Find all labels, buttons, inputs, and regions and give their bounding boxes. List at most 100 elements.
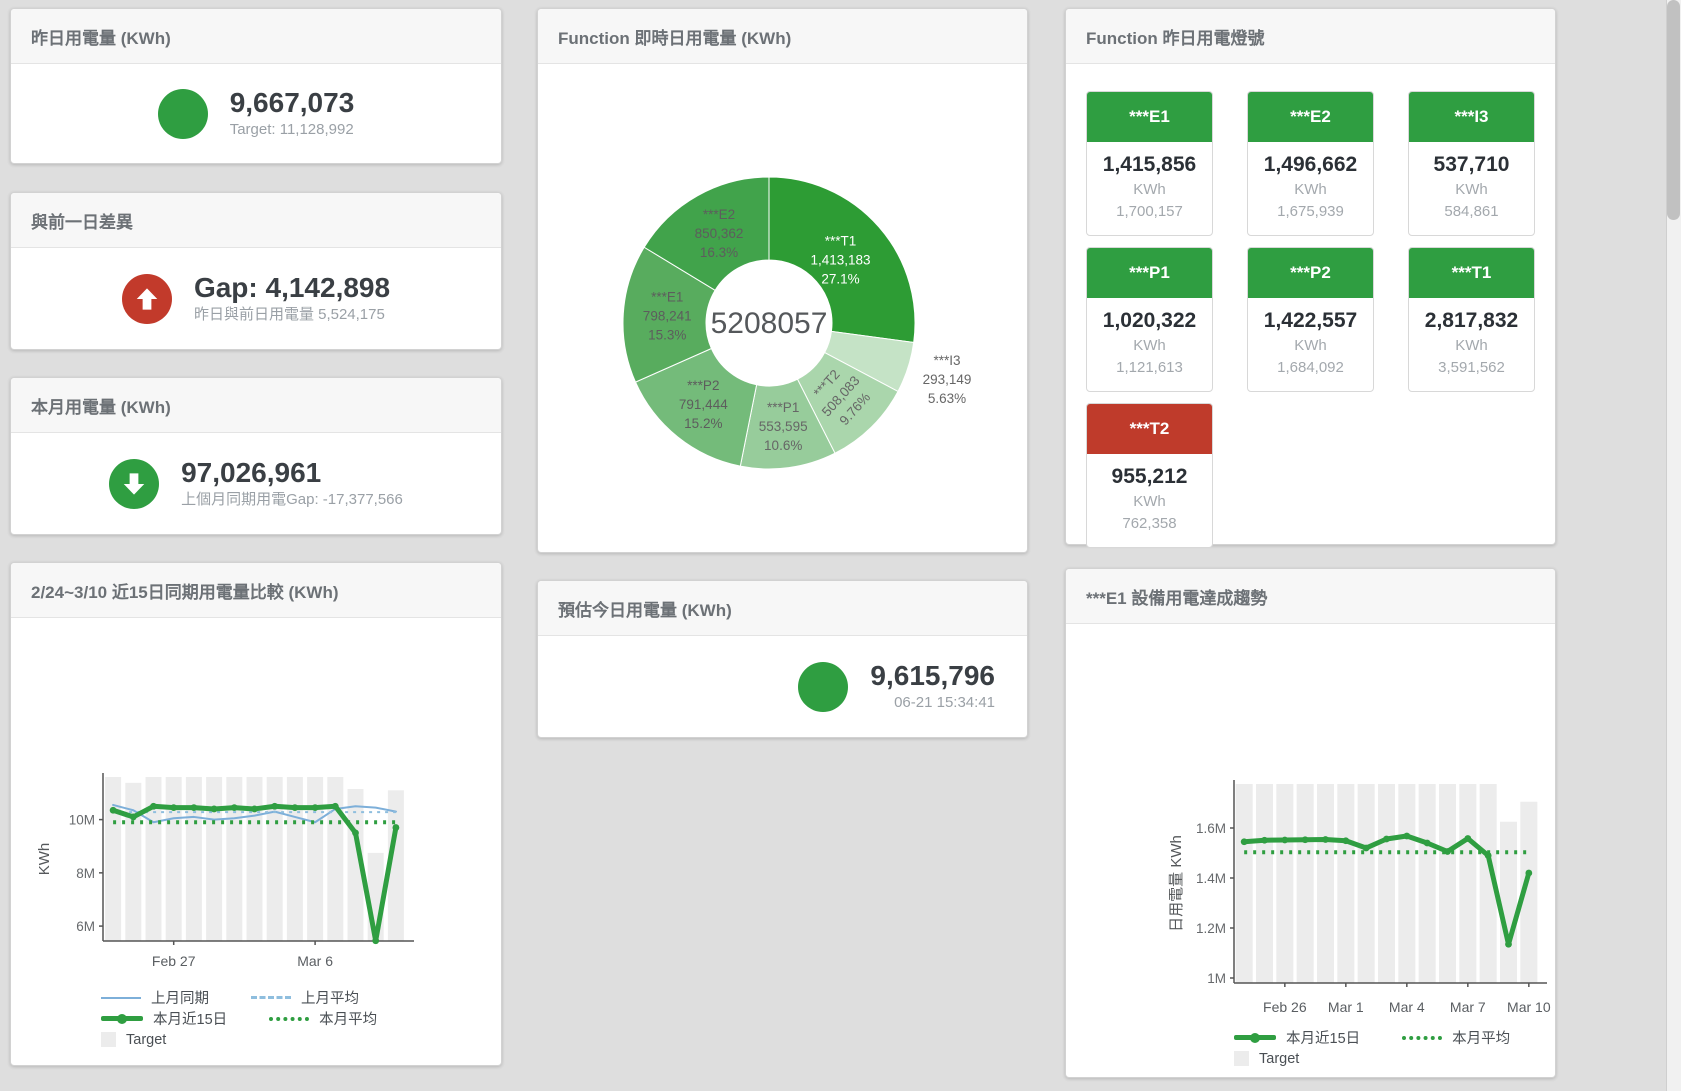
card-header: ***E1 設備用電達成趨勢 bbox=[1066, 569, 1555, 624]
target-bar bbox=[226, 777, 242, 941]
legend-label: 本月平均 bbox=[1452, 1027, 1510, 1048]
tile-unit: KWh bbox=[1089, 335, 1210, 357]
card-estimate-today: 預估今日用電量 (KWh) 9,615,796 06-21 15:34:41 bbox=[537, 580, 1028, 738]
target-bar bbox=[1459, 784, 1476, 983]
light-tile: ***P1 1,020,322KWh1,121,613 bbox=[1086, 247, 1213, 392]
legend-label: Target bbox=[1259, 1051, 1299, 1067]
tile-target: 762,358 bbox=[1089, 513, 1210, 535]
tile-target: 1,121,613 bbox=[1089, 357, 1210, 379]
svg-text:15.3%: 15.3% bbox=[648, 327, 686, 342]
legend-swatch bbox=[251, 996, 291, 999]
light-tile: ***P21,422,557KWh1,684,092 bbox=[1247, 247, 1374, 392]
svg-text:***I3: ***I3 bbox=[934, 353, 961, 368]
tile-header: ***P2 bbox=[1248, 248, 1373, 298]
legend-swatch bbox=[1234, 1051, 1249, 1066]
scrollbar-thumb[interactable] bbox=[1667, 0, 1680, 220]
svg-text:1,413,183: 1,413,183 bbox=[810, 252, 870, 267]
target-bar bbox=[307, 777, 323, 941]
target-bar bbox=[1276, 784, 1293, 983]
card-header: 昨日用電量 (KWh) bbox=[11, 9, 501, 64]
tile-value: 955,212 bbox=[1089, 463, 1210, 491]
card-title: 與前一日差異 bbox=[31, 208, 133, 233]
target-bar bbox=[1378, 784, 1395, 983]
tile-header: ***E1 bbox=[1087, 92, 1212, 142]
tile-value: 1,496,662 bbox=[1250, 151, 1371, 179]
card-title: 預估今日用電量 (KWh) bbox=[558, 596, 732, 621]
tile-value: 1,020,322 bbox=[1089, 307, 1210, 335]
lights-grid: ***E11,415,856KWh1,700,157 ***E2 1,496,662… bbox=[1066, 64, 1555, 575]
tile-target: 1,675,939 bbox=[1250, 201, 1371, 223]
tile-target: 1,684,092 bbox=[1250, 357, 1371, 379]
x-tick-label: Mar 6 bbox=[297, 953, 333, 969]
stat-value: 9,615,796 bbox=[870, 660, 995, 692]
stat-value: 9,667,073 bbox=[230, 87, 355, 119]
tile-target: 584,861 bbox=[1411, 201, 1532, 223]
card-header: Function 即時日用電量 (KWh) bbox=[538, 9, 1027, 64]
tile-unit: KWh bbox=[1089, 491, 1210, 513]
target-bar bbox=[105, 777, 121, 941]
legend-item[interactable]: 上月同期 bbox=[101, 987, 209, 1008]
target-bar bbox=[287, 777, 303, 941]
card-header: 本月用電量 (KWh) bbox=[11, 378, 501, 433]
tile-unit: KWh bbox=[1250, 179, 1371, 201]
legend-item[interactable]: 本月平均 bbox=[269, 1008, 377, 1029]
legend-item[interactable]: Target bbox=[101, 1032, 166, 1048]
svg-text:***P1: ***P1 bbox=[767, 400, 799, 415]
tile-value: 2,817,832 bbox=[1411, 307, 1532, 335]
legend-label: 本月平均 bbox=[319, 1008, 377, 1029]
status-circle-icon bbox=[798, 662, 848, 712]
target-bar bbox=[1297, 784, 1314, 983]
x-tick-label: Feb 27 bbox=[152, 953, 196, 969]
target-bar bbox=[1419, 784, 1436, 983]
card-yesterday-usage: 昨日用電量 (KWh) 9,667,073 Target: 11,128,992 bbox=[10, 8, 502, 164]
legend-label: 本月近15日 bbox=[153, 1008, 227, 1029]
svg-text:***T1: ***T1 bbox=[825, 233, 857, 248]
legend-swatch bbox=[101, 1016, 143, 1021]
x-tick-label: Mar 1 bbox=[1328, 999, 1364, 1015]
dashboard: { "colors": { "green":"#2f9e41", "red":"… bbox=[0, 0, 1681, 1091]
svg-text:27.1%: 27.1% bbox=[821, 271, 859, 286]
legend-swatch bbox=[1234, 1035, 1276, 1040]
compare-chart-legend: 上月同期 上月平均本月近15日 本月平均 Target bbox=[101, 987, 377, 1050]
y-tick-label: 10M bbox=[69, 813, 95, 828]
tile-header: ***E2 bbox=[1248, 92, 1373, 142]
card-header: 與前一日差異 bbox=[11, 193, 501, 248]
card-realtime-donut: Function 即時日用電量 (KWh) ***T1 1,413,183 27.1… bbox=[537, 8, 1028, 553]
scrollbar[interactable] bbox=[1666, 0, 1681, 1091]
target-bar bbox=[1256, 784, 1273, 983]
x-tick-label: Feb 26 bbox=[1263, 999, 1307, 1015]
legend-item[interactable]: 本月近15日 bbox=[1234, 1027, 1360, 1048]
compare-chart: 6M8M10MFeb 27Mar 6KWh bbox=[11, 618, 501, 982]
target-bar bbox=[206, 777, 222, 941]
target-bar bbox=[1358, 784, 1375, 983]
stat-value: 97,026,961 bbox=[181, 457, 403, 489]
tile-unit: KWh bbox=[1411, 179, 1532, 201]
svg-text:5.63%: 5.63% bbox=[928, 391, 966, 406]
x-tick-label: Mar 4 bbox=[1389, 999, 1425, 1015]
target-bar bbox=[247, 777, 263, 941]
legend-item[interactable]: 本月平均 bbox=[1402, 1027, 1510, 1048]
legend-item[interactable]: 上月平均 bbox=[251, 987, 359, 1008]
target-bar bbox=[267, 777, 283, 941]
y-axis-label: KWh bbox=[36, 843, 53, 876]
x-tick-label: Mar 10 bbox=[1507, 999, 1551, 1015]
target-bar bbox=[166, 777, 182, 941]
svg-text:10.6%: 10.6% bbox=[764, 438, 802, 453]
y-tick-label: 1.2M bbox=[1196, 921, 1226, 936]
tile-header: ***P1 bbox=[1087, 248, 1212, 298]
svg-text:16.3%: 16.3% bbox=[700, 245, 738, 260]
svg-text:798,241: 798,241 bbox=[643, 308, 692, 323]
legend-label: 上月同期 bbox=[151, 987, 209, 1008]
tile-unit: KWh bbox=[1250, 335, 1371, 357]
card-compare-chart: 2/24~3/10 近15日同期用電量比較 (KWh) 6M8M10MFeb 2… bbox=[10, 562, 502, 1066]
legend-item[interactable]: 本月近15日 bbox=[101, 1008, 227, 1029]
x-tick-label: Mar 7 bbox=[1450, 999, 1486, 1015]
legend-item[interactable]: Target bbox=[1234, 1051, 1299, 1067]
light-tile: ***E11,415,856KWh1,700,157 bbox=[1086, 91, 1213, 236]
trend-chart-legend: 本月近15日 本月平均 Target bbox=[1234, 1027, 1510, 1069]
y-tick-label: 1.6M bbox=[1196, 821, 1226, 836]
light-tile: ***E2 1,496,662KWh1,675,939 bbox=[1247, 91, 1374, 236]
stat-value: Gap: 4,142,898 bbox=[194, 272, 390, 304]
y-axis-label: 日用電量 KWh bbox=[1168, 835, 1185, 932]
svg-text:15.2%: 15.2% bbox=[684, 416, 722, 431]
